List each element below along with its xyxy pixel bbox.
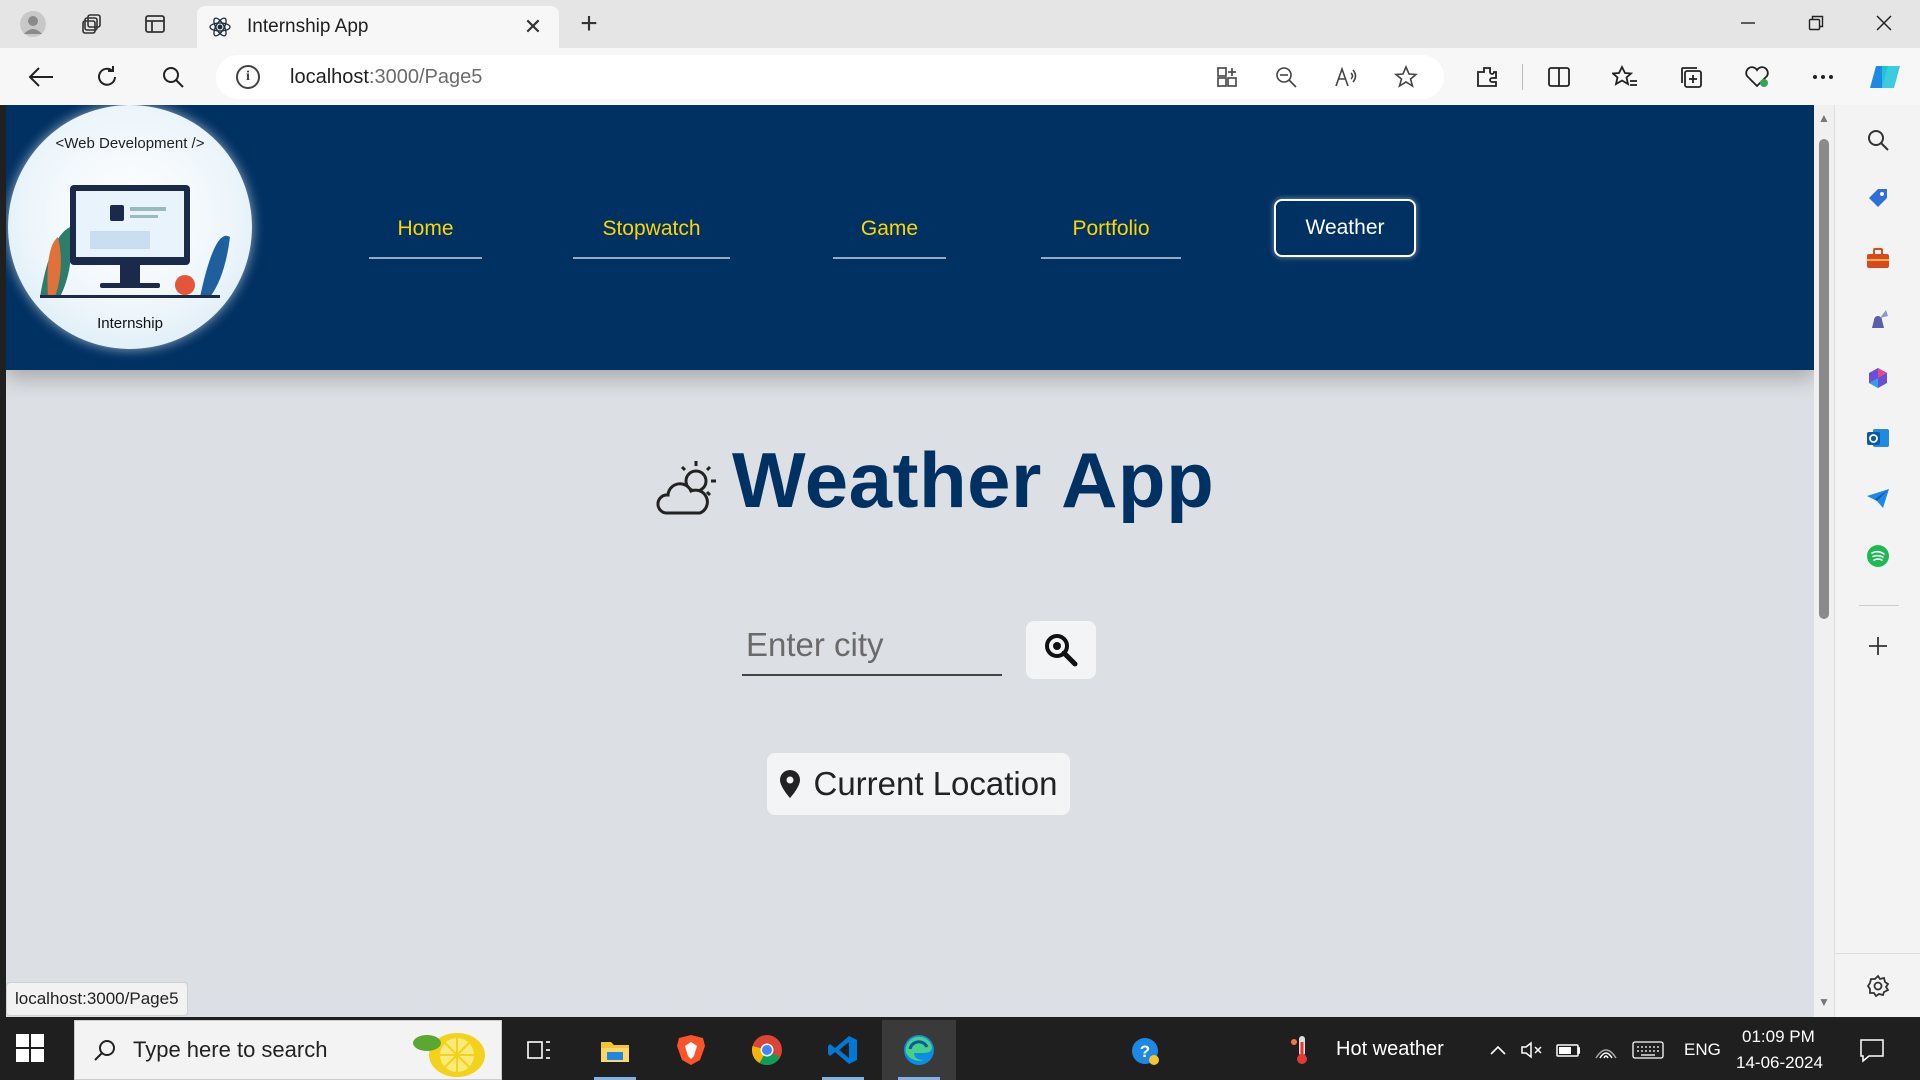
nav-stopwatch[interactable]: Stopwatch — [573, 201, 730, 259]
brave-browser-icon[interactable] — [654, 1020, 728, 1080]
taskbar-search-box[interactable]: Type here to search — [74, 1020, 502, 1080]
app-available-icon[interactable] — [1212, 62, 1242, 92]
sidebar-settings-gear-icon[interactable] — [1863, 971, 1893, 1001]
browser-essentials-icon[interactable] — [1738, 58, 1776, 96]
address-url[interactable]: localhost:3000/Page5 — [290, 66, 482, 89]
address-bar[interactable]: i localhost:3000/Page5 — [216, 55, 1444, 99]
logo-bottom-text: Internship — [97, 315, 163, 332]
scrollbar-thumb[interactable] — [1819, 139, 1829, 619]
react-favicon-icon — [209, 16, 231, 38]
search-city-button[interactable] — [1026, 621, 1096, 679]
zoom-out-icon[interactable] — [1271, 62, 1301, 92]
browser-tab-active[interactable]: Internship App ✕ — [197, 6, 559, 48]
notifications-icon[interactable] — [1858, 1036, 1886, 1064]
browser-title-bar: Internship App ✕ + — [0, 0, 1920, 48]
microsoft-365-icon[interactable] — [1863, 363, 1893, 393]
weather-app-heading: Weather App — [656, 435, 1214, 525]
search-icon[interactable] — [154, 58, 192, 96]
computer-illustration-icon — [40, 185, 230, 298]
edge-browser-icon[interactable] — [882, 1020, 956, 1080]
svg-text:?: ? — [1140, 1042, 1150, 1061]
current-location-label: Current Location — [813, 765, 1058, 802]
vertical-tabs-icon[interactable] — [138, 8, 172, 40]
minimize-icon[interactable] — [1714, 0, 1782, 46]
status-bar-url: localhost:3000/Page5 — [6, 982, 188, 1016]
site-header: <Web Development /> Internship Home Stop… — [6, 105, 1814, 370]
send-telegram-icon[interactable] — [1863, 483, 1893, 513]
sidebar-divider — [1859, 605, 1899, 606]
sidebar-search-icon[interactable] — [1863, 125, 1893, 155]
taskbar-weather-text[interactable]: Hot weather — [1336, 1038, 1444, 1061]
volume-muted-icon[interactable] — [1520, 1038, 1544, 1062]
extensions-icon[interactable] — [1468, 58, 1506, 96]
sidebar-bottom-divider — [1835, 953, 1920, 954]
scroll-down-icon[interactable]: ▼ — [1817, 995, 1831, 1009]
tab-close-icon[interactable]: ✕ — [519, 14, 547, 40]
refresh-icon[interactable] — [88, 58, 126, 96]
wifi-icon[interactable] — [1594, 1038, 1618, 1062]
windows-taskbar: Type here to search ? Hot weather ENG 01… — [0, 1020, 1920, 1080]
cloud-sun-icon — [656, 461, 716, 515]
games-icon[interactable] — [1863, 303, 1893, 333]
page-scrollbar[interactable]: ▲ ▼ — [1814, 105, 1834, 1017]
site-info-icon[interactable]: i — [236, 65, 260, 89]
copilot-icon[interactable] — [1866, 58, 1904, 96]
help-icon[interactable]: ? — [1130, 1036, 1160, 1066]
split-screen-icon[interactable] — [1540, 58, 1578, 96]
favorite-star-icon[interactable] — [1391, 62, 1421, 92]
current-location-button[interactable]: Current Location — [767, 753, 1070, 815]
input-language[interactable]: ENG — [1684, 1040, 1721, 1060]
page-viewport: <Web Development /> Internship Home Stop… — [6, 105, 1834, 1017]
nav-game[interactable]: Game — [833, 201, 946, 259]
show-hidden-icons-chevron-icon[interactable] — [1486, 1038, 1510, 1062]
outlook-icon[interactable] — [1863, 423, 1893, 453]
taskbar-search-placeholder: Type here to search — [133, 1037, 328, 1062]
toolbar-divider — [1522, 64, 1523, 90]
file-explorer-icon[interactable] — [578, 1020, 652, 1080]
thermometer-weather-icon[interactable] — [1290, 1034, 1314, 1066]
read-aloud-icon[interactable] — [1332, 62, 1362, 92]
task-view-icon[interactable] — [502, 1020, 576, 1080]
windows-start-icon[interactable] — [16, 1034, 48, 1066]
add-sidebar-app-icon[interactable] — [1863, 631, 1893, 661]
clock-date[interactable]: 14-06-2024 — [1736, 1053, 1823, 1073]
browser-toolbar: i localhost:3000/Page5 — [0, 48, 1920, 105]
more-options-icon[interactable] — [1804, 58, 1842, 96]
collections-icon[interactable] — [1672, 58, 1710, 96]
back-icon[interactable] — [22, 58, 60, 96]
scroll-up-icon[interactable]: ▲ — [1817, 111, 1831, 125]
workspaces-icon[interactable] — [76, 8, 110, 40]
tools-icon[interactable] — [1863, 243, 1893, 273]
taskbar-search-icon — [94, 1040, 115, 1061]
touch-keyboard-icon[interactable] — [1632, 1038, 1664, 1062]
site-logo[interactable]: <Web Development /> Internship — [8, 105, 252, 349]
profile-icon[interactable] — [16, 8, 50, 40]
vscode-icon[interactable] — [806, 1020, 880, 1080]
lemon-search-highlight-icon — [413, 1033, 485, 1077]
nav-weather[interactable]: Weather — [1274, 199, 1416, 257]
magnifier-icon — [1045, 634, 1078, 667]
close-window-icon[interactable] — [1850, 0, 1918, 46]
nav-portfolio[interactable]: Portfolio — [1041, 201, 1181, 259]
battery-icon[interactable] — [1556, 1038, 1580, 1062]
map-pin-icon — [779, 770, 800, 798]
nav-home[interactable]: Home — [369, 201, 482, 259]
spotify-icon[interactable] — [1863, 541, 1893, 571]
tab-title: Internship App — [247, 16, 369, 37]
page-title: Weather App — [732, 435, 1215, 524]
chrome-icon[interactable] — [730, 1020, 804, 1080]
restore-icon[interactable] — [1782, 0, 1850, 46]
shopping-tag-icon[interactable] — [1863, 183, 1893, 213]
favorites-icon[interactable] — [1606, 58, 1644, 96]
edge-sidebar — [1834, 105, 1920, 1017]
logo-top-text: <Web Development /> — [55, 135, 205, 152]
city-input[interactable] — [742, 616, 1002, 676]
new-tab-icon[interactable]: + — [572, 7, 606, 40]
clock-time[interactable]: 01:09 PM — [1742, 1027, 1815, 1047]
